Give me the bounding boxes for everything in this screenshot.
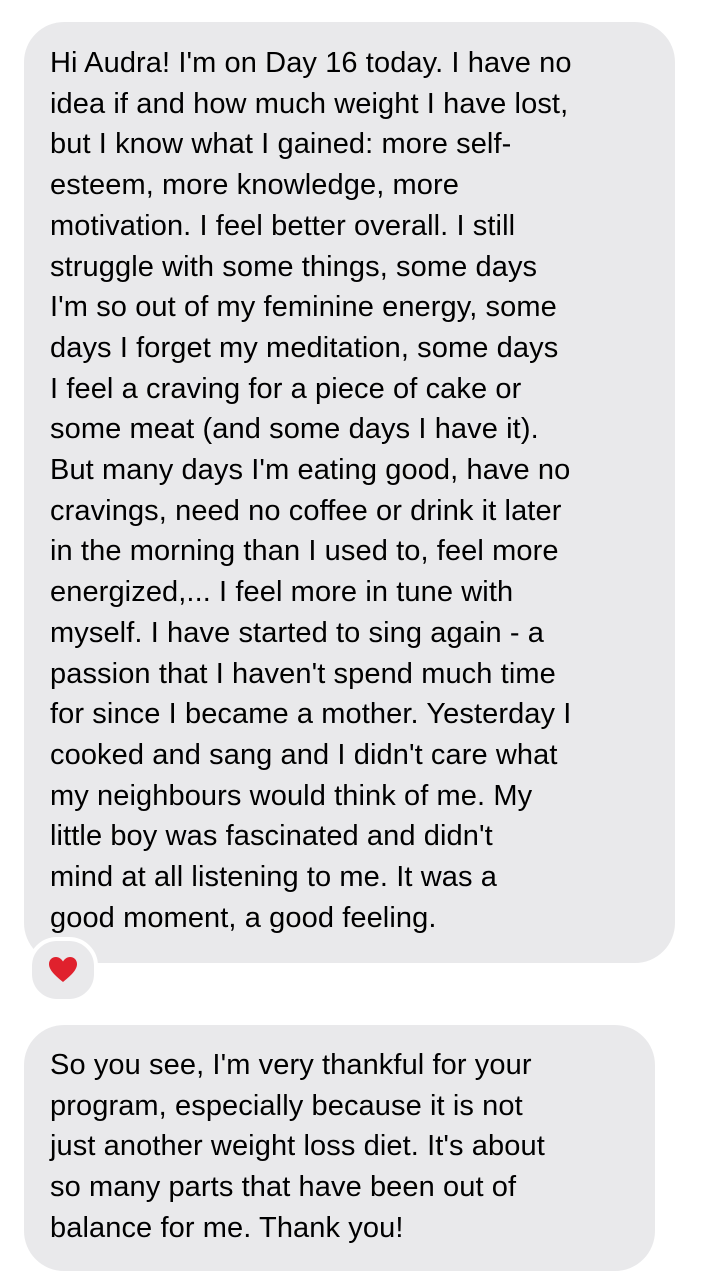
message-line: So you see, I'm very thankful for your [50, 1049, 532, 1081]
message-line: struggle with some things, some days [50, 250, 538, 283]
message-line: myself. I have started to sing again - a [50, 616, 545, 649]
heart-reaction-badge[interactable] [28, 937, 98, 1003]
incoming-message-bubble[interactable]: So you see, I'm very thankful for your p… [24, 1025, 655, 1271]
message-line: in the morning than I used to, feel more [50, 535, 559, 568]
message-line: I feel a craving for a piece of cake or [50, 372, 522, 405]
message-line: cooked and sang and I didn't care what [50, 738, 558, 771]
message-line: I'm so out of my feminine energy, some [50, 291, 557, 324]
message-line: good moment, a good feeling. [50, 901, 437, 934]
message-line: cravings, need no coffee or drink it lat… [50, 494, 562, 527]
incoming-message-bubble[interactable]: Hi Audra! I'm on Day 16 today. I have no… [24, 22, 675, 963]
message-line: balance for me. Thank you! [50, 1211, 404, 1244]
message-line: for since I became a mother. Yesterday I [50, 698, 572, 731]
message-line: little boy was fascinated and didn't [50, 820, 493, 853]
message-line: so many parts that have been out of [50, 1171, 517, 1204]
message-thread: Hi Audra! I'm on Day 16 today. I have no… [0, 0, 727, 1280]
message-line: my neighbours would think of me. My [50, 779, 533, 812]
message-line: some meat (and some days I have it). [50, 413, 539, 446]
message-line: passion that I haven't spend much time [50, 657, 556, 690]
message-line: But many days I'm eating good, have no [50, 454, 571, 487]
message-line: Hi Audra! I'm on Day 16 today. I have no [50, 47, 572, 79]
heart-icon [49, 957, 77, 982]
message-line: mind at all listening to me. It was a [50, 861, 497, 894]
message-line: but I know what I gained: more self- [50, 128, 512, 161]
message-line: program, especially because it is not [50, 1089, 523, 1122]
message-line: idea if and how much weight I have lost, [50, 87, 569, 120]
message-line: days I forget my meditation, some days [50, 331, 559, 364]
message-line: esteem, more knowledge, more [50, 169, 459, 202]
message-line: energized,... I feel more in tune with [50, 576, 514, 609]
message-line: just another weight loss diet. It's abou… [50, 1130, 545, 1163]
message-line: motivation. I feel better overall. I sti… [50, 209, 516, 242]
